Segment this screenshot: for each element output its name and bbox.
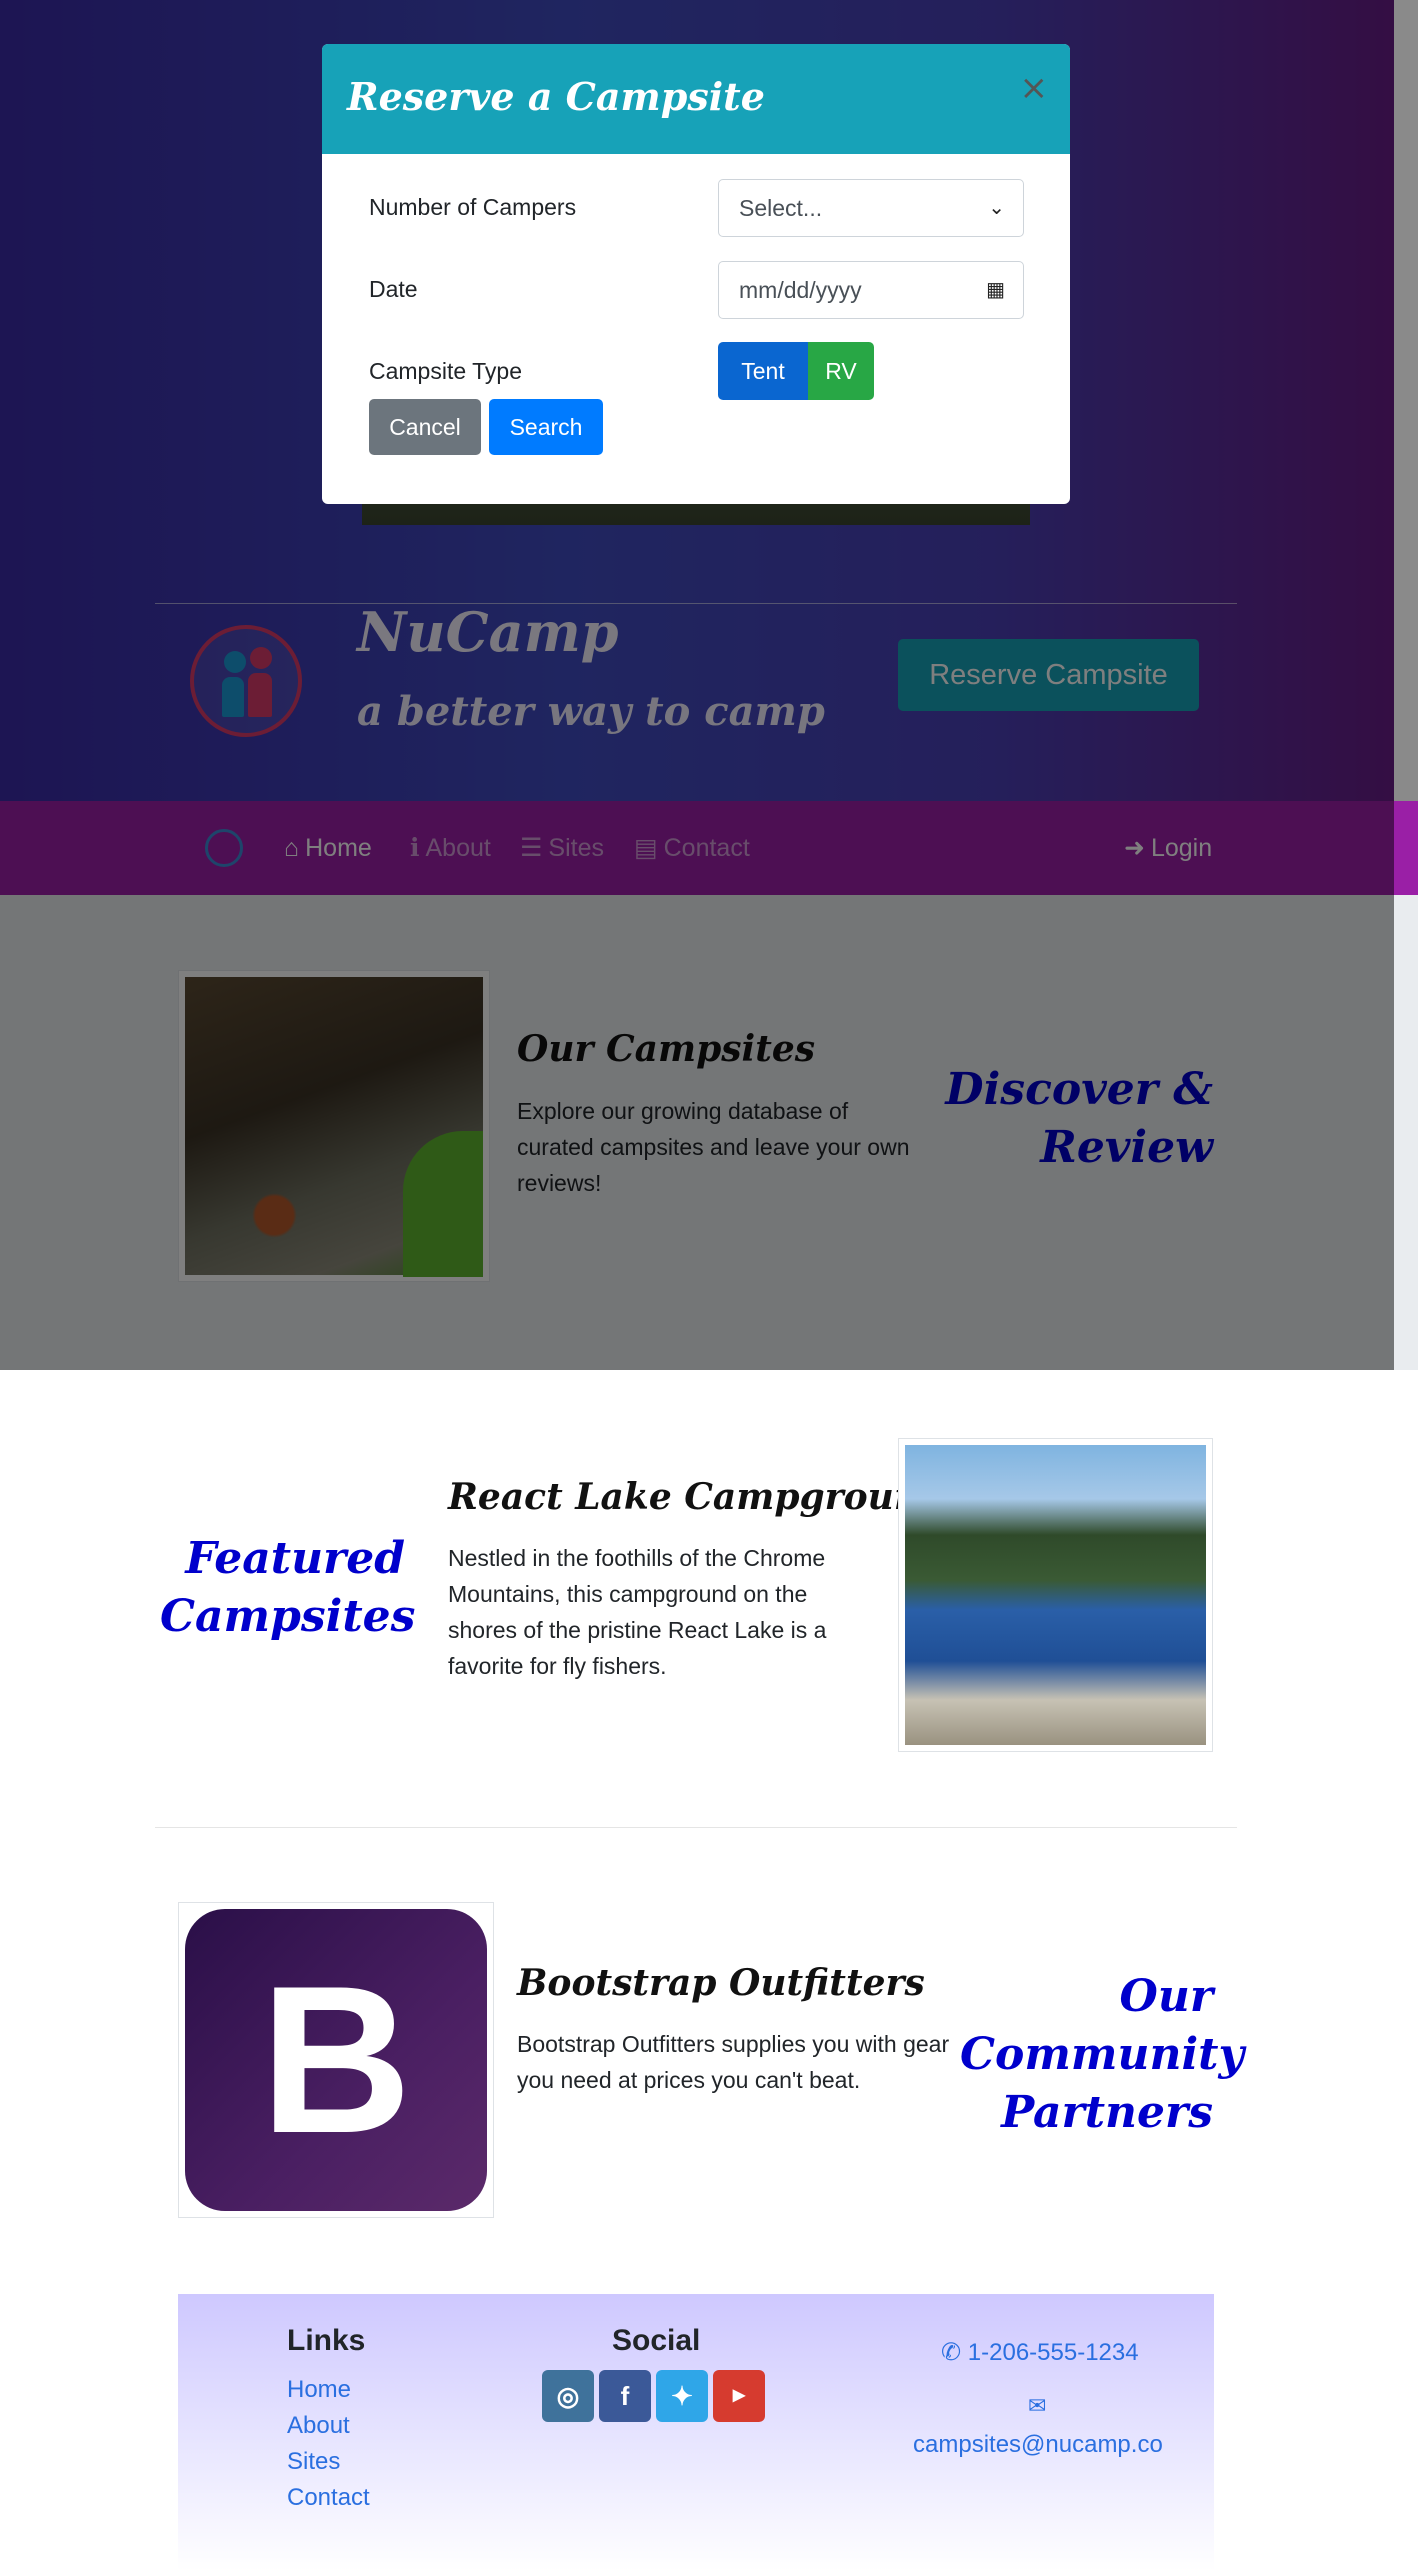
featured-campsites-heading: Featured Campsites <box>160 1533 416 1642</box>
featured-title: React Lake Campground <box>448 1476 946 1518</box>
links-heading: Links <box>287 2324 366 2357</box>
footer-link-sites[interactable]: Sites <box>287 2448 340 2476</box>
chevron-down-icon: ⌄ <box>988 197 1005 219</box>
campers-select[interactable]: Select... ⌄ <box>718 179 1024 237</box>
date-label: Date <box>369 276 418 302</box>
community-partners-heading: Our Community Partners <box>960 1971 1245 2138</box>
partner-title: Bootstrap Outfitters <box>517 1962 925 2004</box>
campers-label: Number of Campers <box>369 194 577 220</box>
facebook-icon[interactable]: f <box>599 2370 651 2422</box>
featured-text: Nestled in the foothills of the Chrome M… <box>448 1545 827 1679</box>
footer-link-home[interactable]: Home <box>287 2376 351 2404</box>
social-heading: Social <box>612 2324 701 2357</box>
react-lake-image <box>898 1438 1213 1752</box>
reserve-campsite-modal: Reserve a Campsite × Number of Campers S… <box>322 44 1070 504</box>
youtube-icon[interactable]: ▶ <box>713 2370 765 2422</box>
bootstrap-logo-image: B <box>178 1902 494 2218</box>
email-link[interactable]: campsites@nucamp.co <box>913 2431 1163 2459</box>
date-input[interactable]: mm/dd/yyyy ▦ <box>718 261 1024 319</box>
tent-button[interactable]: Tent <box>718 342 808 400</box>
campsite-type-label: Campsite Type <box>369 358 522 384</box>
rv-button[interactable]: RV <box>808 342 874 400</box>
divider <box>155 1827 1237 1828</box>
partner-text: Bootstrap Outfitters supplies you with g… <box>517 2031 950 2093</box>
cancel-button[interactable]: Cancel <box>369 399 481 455</box>
twitter-icon[interactable]: ✦ <box>656 2370 708 2422</box>
calendar-icon[interactable]: ▦ <box>986 262 1005 318</box>
phone-link[interactable]: ✆ 1-206-555-1234 <box>941 2338 1139 2367</box>
footer-link-about[interactable]: About <box>287 2412 350 2440</box>
instagram-icon[interactable]: ◎ <box>542 2370 594 2422</box>
envelope-icon: ✉ <box>1028 2393 1047 2418</box>
scrollbar[interactable] <box>1394 0 1418 801</box>
modal-title: Reserve a Campsite <box>347 74 765 119</box>
close-icon[interactable]: × <box>1020 68 1049 108</box>
phone-icon: ✆ <box>941 2339 968 2366</box>
search-button[interactable]: Search <box>489 399 603 455</box>
modal-header: Reserve a Campsite × <box>322 44 1070 154</box>
footer-link-contact[interactable]: Contact <box>287 2484 370 2512</box>
